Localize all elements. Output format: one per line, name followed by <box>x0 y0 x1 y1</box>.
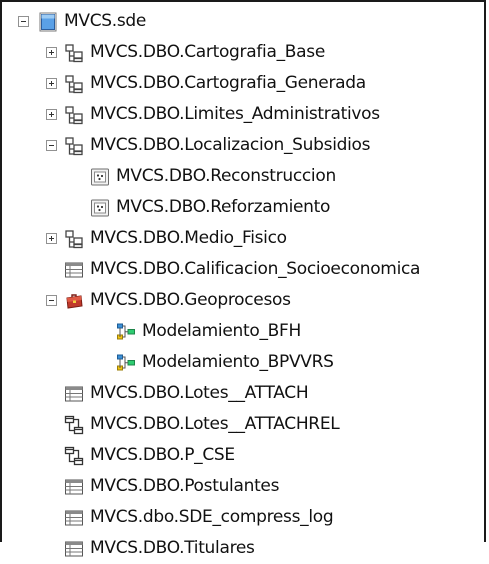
expand-toggle-icon[interactable] <box>46 109 57 120</box>
tree-node-table[interactable]: MVCS.DBO.Titulares <box>2 533 484 564</box>
tree-node-label: MVCS.DBO.Medio_Fisico <box>90 228 287 248</box>
feature-dataset-icon <box>64 43 84 63</box>
tree-node-label: MVCS.DBO.Reforzamiento <box>116 197 331 217</box>
feature-dataset-icon <box>64 105 84 125</box>
tree-node-label: MVCS.DBO.Calificacion_Socioeconomica <box>90 259 421 279</box>
tree-node-label: MVCS.DBO.Lotes__ATTACH <box>90 383 309 403</box>
tree-node-toolbox[interactable]: MVCS.DBO.Geoprocesos <box>2 285 484 316</box>
expand-toggle-icon[interactable] <box>46 78 57 89</box>
tree-node-label: MVCS.DBO.Cartografia_Generada <box>90 73 366 93</box>
tree-node-label: Modelamiento_BFH <box>142 321 301 341</box>
expand-toggle-icon[interactable] <box>46 233 57 244</box>
tree-node-model[interactable]: Modelamiento_BPVVRS <box>2 347 484 378</box>
tree-node-model[interactable]: Modelamiento_BFH <box>2 316 484 347</box>
tree-node-label: MVCS.DBO.Localizacion_Subsidios <box>90 135 371 155</box>
tree-node-label: MVCS.DBO.Cartografia_Base <box>90 42 325 62</box>
table-icon <box>64 477 84 497</box>
table-icon <box>64 508 84 528</box>
table-icon <box>64 260 84 280</box>
tree-node-feature-class[interactable]: MVCS.DBO.Reconstruccion <box>2 161 484 192</box>
tree-node-table[interactable]: MVCS.DBO.Postulantes <box>2 471 484 502</box>
database-icon <box>38 12 58 32</box>
collapse-toggle-icon[interactable] <box>46 140 57 151</box>
collapse-toggle-icon[interactable] <box>46 295 57 306</box>
tree-node-label: MVCS.DBO.P_CSE <box>90 445 235 465</box>
tree-node-label: MVCS.DBO.Geoprocesos <box>90 290 291 310</box>
point-feature-class-icon <box>90 198 110 218</box>
table-icon <box>64 539 84 559</box>
table-icon <box>64 384 84 404</box>
tree-node-table[interactable]: MVCS.DBO.Lotes__ATTACH <box>2 378 484 409</box>
tree-node-label: MVCS.DBO.Titulares <box>90 538 255 558</box>
tree-node-label: MVCS.DBO.Reconstruccion <box>116 166 336 186</box>
tree-node-label: MVCS.sde <box>64 11 147 31</box>
tree-node-relationship-class[interactable]: MVCS.DBO.P_CSE <box>2 440 484 471</box>
catalog-tree: MVCS.sde MVCS.DBO.Cartografia_Base MVCS.… <box>2 6 484 564</box>
tree-node-root[interactable]: MVCS.sde <box>2 6 484 37</box>
tree-node-feature-dataset[interactable]: MVCS.DBO.Localizacion_Subsidios <box>2 130 484 161</box>
relationship-class-icon <box>64 446 84 466</box>
tree-node-label: MVCS.DBO.Lotes__ATTACHREL <box>90 414 340 434</box>
tree-node-feature-class[interactable]: MVCS.DBO.Reforzamiento <box>2 192 484 223</box>
model-tool-icon <box>116 353 136 373</box>
tree-node-label: MVCS.DBO.Postulantes <box>90 476 280 496</box>
relationship-class-icon <box>64 415 84 435</box>
catalog-tree-panel: MVCS.sde MVCS.DBO.Cartografia_Base MVCS.… <box>0 0 486 558</box>
collapse-toggle-icon[interactable] <box>18 16 29 27</box>
tree-node-table[interactable]: MVCS.DBO.Calificacion_Socioeconomica <box>2 254 484 285</box>
tree-node-feature-dataset[interactable]: MVCS.DBO.Cartografia_Base <box>2 37 484 68</box>
tree-node-feature-dataset[interactable]: MVCS.DBO.Cartografia_Generada <box>2 68 484 99</box>
expand-toggle-icon[interactable] <box>46 47 57 58</box>
feature-dataset-icon <box>64 136 84 156</box>
tree-node-table[interactable]: MVCS.dbo.SDE_compress_log <box>2 502 484 533</box>
tree-node-feature-dataset[interactable]: MVCS.DBO.Medio_Fisico <box>2 223 484 254</box>
tree-node-label: MVCS.DBO.Limites_Administrativos <box>90 104 380 124</box>
tree-node-relationship-class[interactable]: MVCS.DBO.Lotes__ATTACHREL <box>2 409 484 440</box>
feature-dataset-icon <box>64 229 84 249</box>
model-tool-icon <box>116 322 136 342</box>
feature-dataset-icon <box>64 74 84 94</box>
tree-node-feature-dataset[interactable]: MVCS.DBO.Limites_Administrativos <box>2 99 484 130</box>
toolbox-icon <box>64 291 84 311</box>
point-feature-class-icon <box>90 167 110 187</box>
tree-node-label: MVCS.dbo.SDE_compress_log <box>90 507 334 527</box>
tree-node-label: Modelamiento_BPVVRS <box>142 352 334 372</box>
